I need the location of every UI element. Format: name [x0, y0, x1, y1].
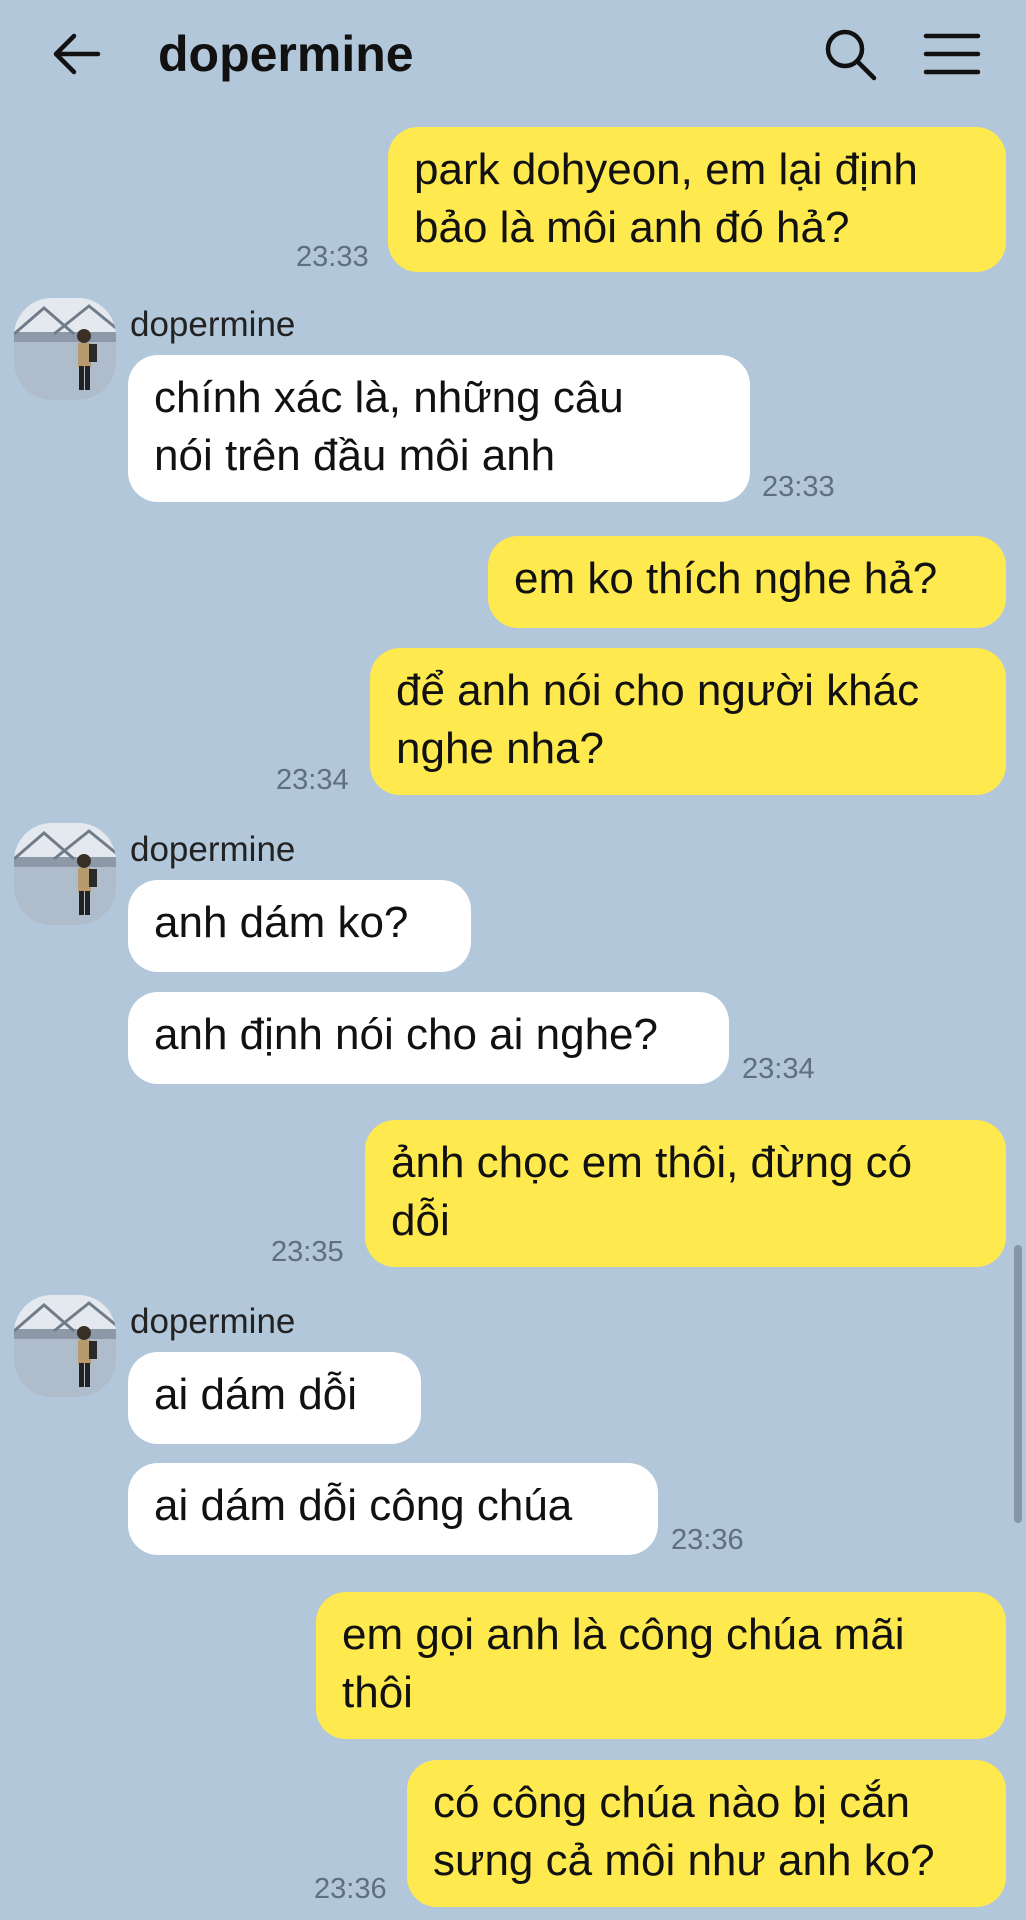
avatar[interactable]	[14, 823, 116, 925]
message-line: ai dám dỗi công chúa	[154, 1481, 573, 1530]
sender-name: dopermine	[130, 1302, 296, 1341]
message-timestamp: 23:34	[276, 764, 349, 796]
message-line: thôi	[342, 1668, 413, 1717]
avatar-photo	[14, 823, 116, 925]
message-line: để anh nói cho người khác	[396, 666, 920, 715]
arrow-left-icon[interactable]	[48, 30, 104, 78]
message-line: nghe nha?	[396, 724, 604, 773]
my-message-bubble[interactable]: park dohyeon, em lại định bảo là môi anh…	[388, 127, 1006, 272]
my-message-bubble[interactable]: để anh nói cho người khác nghe nha?	[370, 648, 1006, 795]
message-line: dỗi	[391, 1196, 450, 1245]
sender-name: dopermine	[130, 830, 296, 869]
message-line: anh định nói cho ai nghe?	[154, 1010, 658, 1059]
message-timestamp: 23:36	[314, 1873, 387, 1905]
their-message-bubble[interactable]: ai dám dỗi công chúa	[128, 1463, 658, 1555]
message-line: ảnh chọc em thôi, đừng có	[391, 1138, 913, 1187]
message-timestamp: 23:36	[671, 1524, 744, 1556]
message-line: bảo là môi anh đó hả?	[414, 203, 850, 252]
avatar-photo	[14, 298, 116, 400]
their-message-bubble[interactable]: anh định nói cho ai nghe?	[128, 992, 729, 1084]
message-line: sưng cả môi như anh ko?	[433, 1836, 935, 1885]
my-message-bubble[interactable]: em gọi anh là công chúa mãi thôi	[316, 1592, 1006, 1739]
message-line: park dohyeon, em lại định	[414, 145, 918, 194]
message-timestamp: 23:35	[271, 1236, 344, 1268]
message-line: có công chúa nào bị cắn	[433, 1778, 911, 1827]
hamburger-menu-icon[interactable]	[922, 30, 982, 78]
avatar[interactable]	[14, 1295, 116, 1397]
message-line: chính xác là, những câu	[154, 373, 624, 422]
their-message-bubble[interactable]: ai dám dỗi	[128, 1352, 421, 1444]
chat-title: dopermine	[158, 26, 414, 82]
avatar-photo	[14, 1295, 116, 1397]
message-timestamp: 23:33	[296, 241, 369, 273]
their-message-bubble[interactable]: anh dám ko?	[128, 880, 471, 972]
message-line: em gọi anh là công chúa mãi	[342, 1610, 905, 1659]
search-icon[interactable]	[822, 26, 878, 82]
message-timestamp: 23:34	[742, 1053, 815, 1085]
avatar[interactable]	[14, 298, 116, 400]
message-line: em ko thích nghe hả?	[514, 554, 938, 603]
sender-name: dopermine	[130, 305, 296, 344]
message-line: ai dám dỗi	[154, 1370, 358, 1419]
scrollbar[interactable]	[1014, 1245, 1022, 1523]
message-line: anh dám ko?	[154, 898, 409, 947]
my-message-bubble[interactable]: có công chúa nào bị cắn sưng cả môi như …	[407, 1760, 1006, 1907]
their-message-bubble[interactable]: chính xác là, những câu nói trên đầu môi…	[128, 355, 750, 502]
message-timestamp: 23:33	[762, 471, 835, 503]
my-message-bubble[interactable]: ảnh chọc em thôi, đừng có dỗi	[365, 1120, 1006, 1267]
chat-header: dopermine	[0, 0, 1026, 115]
my-message-bubble[interactable]: em ko thích nghe hả?	[488, 536, 1006, 628]
message-line: nói trên đầu môi anh	[154, 431, 556, 480]
